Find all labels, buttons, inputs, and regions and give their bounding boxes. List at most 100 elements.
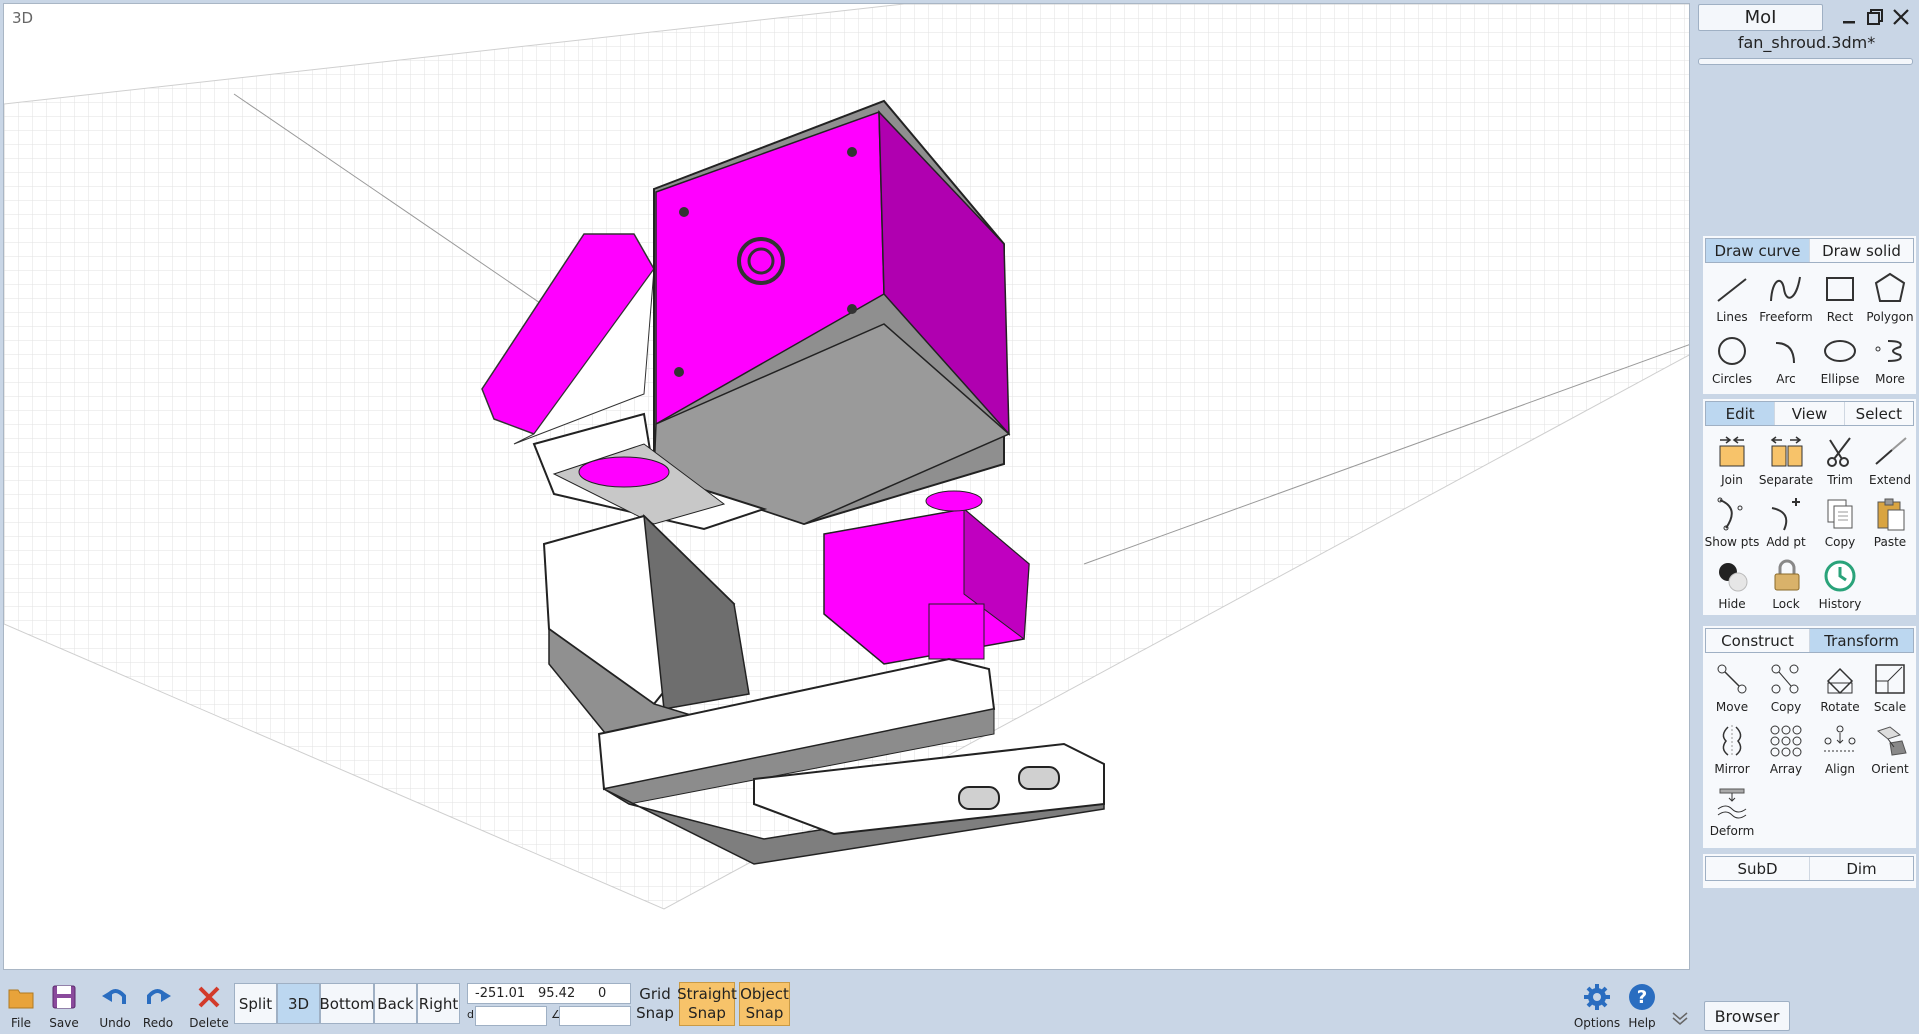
tool-label: Scale — [1873, 700, 1907, 714]
tool-label: Hide — [1718, 597, 1746, 611]
chevron-down-icon[interactable] — [1670, 1008, 1690, 1028]
restore-icon[interactable] — [1862, 4, 1888, 30]
tool-label: Extend — [1869, 473, 1911, 487]
grid-snap-toggle[interactable]: Grid Snap — [635, 982, 675, 1026]
tool-label: Copy — [1824, 535, 1856, 549]
tool-label: Join — [1721, 473, 1743, 487]
file-label: File — [10, 1016, 32, 1030]
tool-label: Move — [1715, 700, 1749, 714]
tab-select[interactable]: Select — [1844, 402, 1913, 425]
view-3d[interactable]: 3D — [277, 983, 320, 1024]
lock-icon — [1774, 559, 1800, 591]
straight-snap-toggle[interactable]: Straight Snap — [677, 982, 737, 1026]
tool-paste[interactable]: Paste — [1862, 494, 1918, 556]
redo-button[interactable]: Redo — [134, 982, 182, 1030]
tool-label: Array — [1769, 762, 1803, 776]
tool-label: Deform — [1709, 824, 1755, 838]
undo-icon — [102, 989, 126, 1004]
tab-transform[interactable]: Transform — [1810, 629, 1913, 652]
close-icon[interactable] — [1888, 4, 1914, 30]
tool-polygon[interactable]: Polygon — [1862, 269, 1918, 331]
undo-button[interactable]: Undo — [91, 982, 139, 1030]
tool-move[interactable]: Move — [1704, 659, 1760, 721]
coordinate-input[interactable]: -251.01 95.42 0 — [467, 983, 631, 1004]
tool-label: Copy — [1770, 700, 1802, 714]
browser-button[interactable]: Browser — [1704, 1001, 1790, 1031]
tool-freeform[interactable]: Freeform — [1758, 269, 1814, 331]
tool-separate[interactable]: Separate — [1758, 432, 1814, 494]
view-split[interactable]: Split — [234, 983, 277, 1024]
more-icon — [1875, 340, 1902, 362]
scale-icon — [1875, 664, 1905, 694]
app-menu-button[interactable]: MoI — [1698, 4, 1823, 31]
tool-ellipse[interactable]: Ellipse — [1812, 331, 1868, 393]
delete-label: Delete — [189, 1016, 229, 1030]
tool-extend[interactable]: Extend — [1862, 432, 1918, 494]
minimize-icon[interactable] — [1836, 4, 1862, 30]
tab-subd[interactable]: SubD — [1706, 857, 1810, 880]
view-bottom[interactable]: Bottom — [319, 983, 375, 1024]
extra-group: SubD Dim — [1694, 854, 1919, 888]
undo-label: Undo — [99, 1016, 131, 1030]
tool-label: History — [1818, 597, 1862, 611]
delete-button[interactable]: Delete — [185, 982, 233, 1030]
tool-label: Freeform — [1759, 310, 1813, 324]
tab-draw-solid[interactable]: Draw solid — [1810, 239, 1913, 262]
tool-rotate[interactable]: Rotate — [1812, 659, 1868, 721]
tool-copy-transform[interactable]: Copy — [1758, 659, 1814, 721]
tool-hide[interactable]: Hide — [1704, 556, 1760, 618]
file-name: fan_shroud.3dm* — [1737, 33, 1876, 52]
tab-view[interactable]: View — [1775, 402, 1845, 425]
copy-icon — [1827, 499, 1853, 529]
tab-edit[interactable]: Edit — [1706, 402, 1776, 425]
tool-rect[interactable]: Rect — [1812, 269, 1868, 331]
tool-circles[interactable]: Circles — [1704, 331, 1760, 393]
tool-copy[interactable]: Copy — [1812, 494, 1868, 556]
progress-bar — [1698, 58, 1913, 65]
tool-trim[interactable]: Trim — [1812, 432, 1868, 494]
tool-arc[interactable]: Arc — [1758, 331, 1814, 393]
freeform-icon — [1770, 276, 1801, 302]
tool-label: Rect — [1826, 310, 1854, 324]
tool-array[interactable]: Array — [1758, 721, 1814, 783]
scene-canvas[interactable] — [4, 4, 1690, 970]
tool-label: Separate — [1758, 473, 1814, 487]
tool-more[interactable]: More — [1862, 331, 1918, 393]
save-label: Save — [49, 1016, 79, 1030]
distance-field[interactable] — [475, 1006, 547, 1026]
object-snap-toggle[interactable]: Object Snap — [739, 982, 790, 1026]
view-right[interactable]: Right — [417, 983, 460, 1024]
viewport-3d[interactable]: 3D — [3, 3, 1690, 970]
tool-align[interactable]: Align — [1812, 721, 1868, 783]
tool-lock[interactable]: Lock — [1758, 556, 1814, 618]
tool-label: Rotate — [1820, 700, 1860, 714]
save-icon — [52, 985, 76, 1009]
tool-orient[interactable]: Orient — [1862, 721, 1918, 783]
tool-label: Show pts — [1704, 535, 1760, 549]
angle-field[interactable] — [559, 1006, 631, 1026]
tool-add-pt[interactable]: Add pt — [1758, 494, 1814, 556]
tab-dim[interactable]: Dim — [1810, 857, 1913, 880]
tool-lines[interactable]: Lines — [1704, 269, 1760, 331]
file-button[interactable]: File — [0, 982, 45, 1030]
tool-label: Orient — [1871, 762, 1909, 776]
tool-label: Arc — [1776, 372, 1796, 386]
view-back[interactable]: Back — [374, 983, 417, 1024]
gear-icon — [1584, 984, 1610, 1010]
coord-z: 0 — [598, 986, 607, 1001]
tool-scale[interactable]: Scale — [1862, 659, 1918, 721]
options-button[interactable]: Options — [1573, 982, 1621, 1030]
tab-draw-curve[interactable]: Draw curve — [1706, 239, 1810, 262]
tab-construct[interactable]: Construct — [1706, 629, 1810, 652]
tool-show-pts[interactable]: Show pts — [1704, 494, 1760, 556]
tool-label: Circles — [1712, 372, 1752, 386]
redo-icon — [147, 989, 171, 1004]
coord-y: 95.42 — [538, 986, 576, 1001]
tool-mirror[interactable]: Mirror — [1704, 721, 1760, 783]
tool-history[interactable]: History — [1812, 556, 1868, 618]
tool-join[interactable]: Join — [1704, 432, 1760, 494]
tool-label: Lines — [1716, 310, 1748, 324]
save-button[interactable]: Save — [40, 982, 88, 1030]
help-button[interactable]: ? Help — [1618, 982, 1666, 1030]
tool-deform[interactable]: Deform — [1704, 783, 1760, 845]
